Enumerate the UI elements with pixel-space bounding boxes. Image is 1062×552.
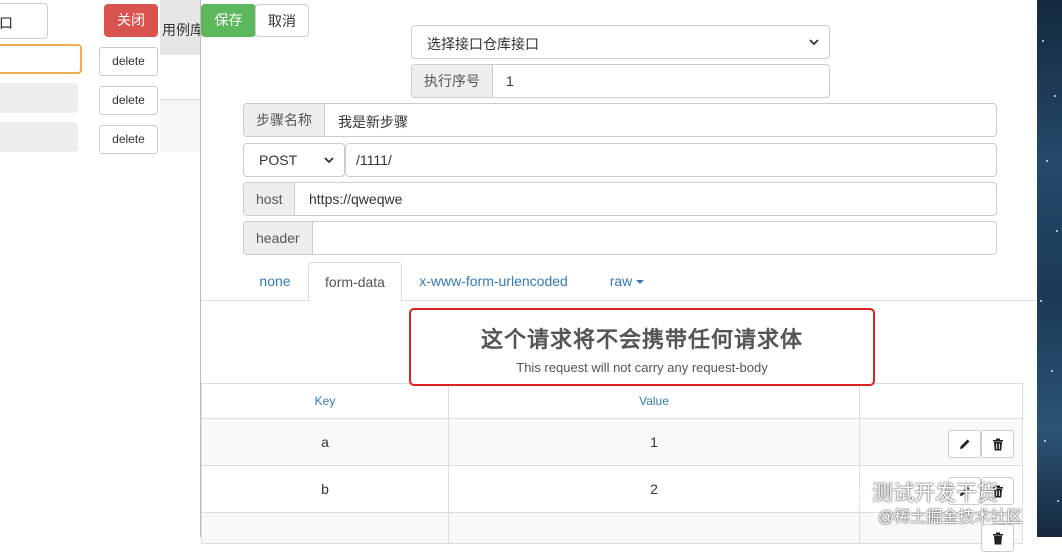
value-column-header: Value xyxy=(448,383,860,419)
key-column-header: Key xyxy=(201,383,449,419)
tab-none[interactable]: none xyxy=(244,262,306,301)
tab-raw[interactable]: raw xyxy=(599,262,655,301)
row-key xyxy=(201,512,449,544)
left-input-field[interactable] xyxy=(0,83,78,113)
case-library-tab[interactable]: 用例库 xyxy=(160,0,200,55)
header-label: header xyxy=(244,222,313,254)
caret-down-icon xyxy=(636,280,645,285)
left-input-field[interactable] xyxy=(0,44,82,74)
left-top-button-label: 口 xyxy=(0,15,13,31)
method-select-value: POST xyxy=(259,152,298,168)
exec-order-input[interactable]: 1 xyxy=(506,73,514,89)
trash-icon xyxy=(993,532,1003,545)
row-key: b xyxy=(201,465,449,513)
notice-subtitle: This request will not carry any request-… xyxy=(516,360,768,375)
exec-order-group: 执行序号 1 xyxy=(411,64,830,98)
middle-gray-block xyxy=(160,100,200,152)
close-button[interactable]: 关闭 xyxy=(104,4,158,37)
path-field[interactable]: /1111/ xyxy=(345,143,997,177)
delete-button[interactable]: delete xyxy=(99,86,158,115)
background-left-panel: 口 关闭 delete delete delete xyxy=(0,0,161,537)
row-value: 1 xyxy=(448,418,860,466)
row-actions xyxy=(859,418,1023,466)
notice-title: 这个请求将不会携带任何请求体 xyxy=(480,327,803,352)
step-name-group: 步骤名称 我是新步骤 xyxy=(243,103,997,137)
save-button[interactable]: 保存 xyxy=(201,4,256,37)
step-name-input[interactable]: 我是新步骤 xyxy=(338,112,408,132)
header-group: header xyxy=(243,221,997,255)
case-library-tab-label: 用例库 xyxy=(162,22,200,38)
pencil-icon xyxy=(960,439,970,449)
exec-order-label: 执行序号 xyxy=(412,65,493,97)
background-middle-strip: 用例库 xyxy=(160,0,200,537)
chevron-down-icon xyxy=(809,39,819,46)
tab-form-data[interactable]: form-data xyxy=(308,262,402,302)
wechat-logo-icon xyxy=(826,479,864,507)
left-input-field[interactable] xyxy=(0,122,78,152)
table-row: a 1 xyxy=(201,418,1023,466)
cancel-button[interactable]: 取消 xyxy=(255,4,309,37)
delete-button[interactable]: delete xyxy=(99,47,158,76)
row-value xyxy=(448,512,860,544)
watermark-subtitle: @稀土掘金技术社区 xyxy=(878,509,1023,526)
row-key: a xyxy=(201,418,449,466)
delete-row-button[interactable] xyxy=(981,430,1014,458)
trash-icon xyxy=(993,438,1003,451)
step-name-label: 步骤名称 xyxy=(244,104,325,136)
method-select[interactable]: POST xyxy=(243,143,345,177)
step-editor-modal: 保存 取消 选择接口仓库接口 执行序号 1 步骤名称 我是新步骤 POST /1… xyxy=(200,0,1037,552)
table-header-row: Key Value xyxy=(201,383,1023,419)
watermark: 测试开发干货 @稀土掘金技术社区 xyxy=(820,472,1060,532)
no-body-notice: 这个请求将不会携带任何请求体 This request will not car… xyxy=(409,308,875,386)
repo-interface-select[interactable]: 选择接口仓库接口 xyxy=(411,25,830,59)
chevron-down-icon xyxy=(324,157,334,164)
left-top-button[interactable]: 口 xyxy=(0,3,48,39)
tab-x-www-form-urlencoded[interactable]: x-www-form-urlencoded xyxy=(411,262,576,301)
desktop-background xyxy=(1036,0,1062,537)
row-value: 2 xyxy=(448,465,860,513)
tab-raw-label: raw xyxy=(609,273,633,289)
host-input[interactable]: https://qweqwe xyxy=(309,191,402,207)
edit-button[interactable] xyxy=(948,430,981,458)
actions-column-header xyxy=(859,383,1023,419)
repo-interface-select-value: 选择接口仓库接口 xyxy=(427,36,539,52)
path-input[interactable]: /1111/ xyxy=(356,152,392,168)
delete-button[interactable]: delete xyxy=(99,125,158,154)
host-group: host https://qweqwe xyxy=(243,182,997,216)
host-label: host xyxy=(244,183,296,215)
